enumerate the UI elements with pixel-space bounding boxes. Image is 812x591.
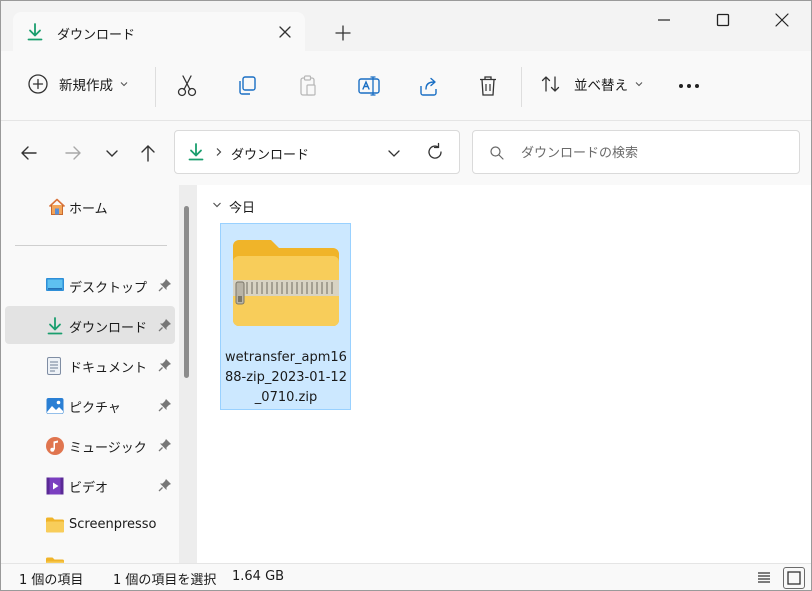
sidebar-divider bbox=[15, 245, 167, 246]
pin-icon bbox=[158, 278, 172, 296]
toolbar-separator bbox=[521, 67, 522, 107]
details-view-icon[interactable] bbox=[753, 567, 775, 589]
pin-icon bbox=[158, 398, 172, 416]
sidebar-item-documents[interactable]: ドキュメント bbox=[5, 346, 175, 384]
pin-icon bbox=[158, 438, 172, 456]
selection-size: 1.64 GB bbox=[232, 569, 285, 584]
sidebar-item-desktop[interactable]: デスクトップ bbox=[5, 266, 175, 304]
sidebar-item-label: Screenpresso bbox=[69, 517, 157, 532]
plus-circle-icon bbox=[27, 73, 49, 95]
folder-icon bbox=[45, 516, 64, 534]
sidebar-item-music[interactable]: ミュージック bbox=[5, 426, 175, 464]
sidebar-item-label: デスクトップ bbox=[69, 281, 148, 296]
file-item[interactable]: wetransfer_apm1688-zip_2023-01-12_0710.z… bbox=[220, 223, 351, 410]
chevron-right-icon[interactable] bbox=[213, 146, 225, 162]
more-options-icon[interactable] bbox=[678, 83, 700, 89]
new-tab-icon[interactable] bbox=[333, 23, 353, 43]
up-arrow-icon[interactable] bbox=[137, 142, 159, 164]
chevron-down-icon bbox=[119, 79, 129, 89]
download-icon bbox=[25, 22, 45, 46]
pictures-icon bbox=[45, 396, 64, 414]
copy-icon[interactable] bbox=[236, 74, 258, 98]
music-icon bbox=[45, 436, 64, 455]
rename-icon[interactable] bbox=[357, 74, 381, 98]
tab-title: ダウンロード bbox=[57, 28, 136, 43]
search-box[interactable] bbox=[472, 130, 800, 174]
close-window-icon[interactable] bbox=[771, 9, 793, 31]
sidebar-item-home[interactable]: ホーム bbox=[5, 187, 175, 225]
address-bar[interactable]: ダウンロード bbox=[174, 130, 460, 174]
tab-close-icon[interactable] bbox=[275, 22, 295, 42]
file-list: 今日 wetransfer_apm1688-zip_2023-01-12_071… bbox=[197, 185, 811, 563]
recent-locations-chevron-icon[interactable] bbox=[101, 142, 123, 164]
download-icon bbox=[45, 316, 63, 335]
selection-count: 1 個の項目を選択 bbox=[113, 573, 217, 588]
new-label: 新規作成 bbox=[59, 78, 113, 94]
new-button[interactable]: 新規作成 bbox=[27, 73, 129, 95]
document-icon bbox=[45, 356, 63, 375]
download-icon bbox=[186, 142, 206, 166]
sidebar-item-partial[interactable] bbox=[5, 546, 175, 563]
sort-button[interactable]: 並べ替え bbox=[540, 73, 644, 95]
search-icon bbox=[489, 145, 505, 165]
file-explorer-window: ダウンロード 新規作成 並べ替え ダウンロード ダウンロードの検索 ホーム デス… bbox=[0, 0, 812, 591]
cut-icon[interactable] bbox=[176, 74, 198, 98]
chevron-down-icon bbox=[211, 199, 223, 215]
maximize-icon[interactable] bbox=[712, 9, 734, 31]
minimize-icon[interactable] bbox=[653, 9, 675, 31]
title-bar: ダウンロード bbox=[1, 1, 811, 52]
group-label: 今日 bbox=[229, 201, 256, 216]
toolbar-separator bbox=[155, 67, 156, 107]
tab-downloads[interactable]: ダウンロード bbox=[13, 12, 305, 52]
forward-arrow-icon[interactable] bbox=[62, 142, 84, 164]
desktop-icon bbox=[45, 276, 64, 294]
sidebar-item-label: ピクチャ bbox=[69, 401, 121, 416]
navigation-pane: ホーム デスクトップ ダウンロード ドキュメント ピクチャ ミュージック ビデオ… bbox=[1, 185, 197, 563]
search-input[interactable] bbox=[521, 142, 781, 164]
sort-label: 並べ替え bbox=[574, 78, 628, 94]
item-count: 1 個の項目 bbox=[19, 573, 84, 588]
address-history-chevron-icon[interactable] bbox=[385, 144, 403, 166]
sidebar-item-label: ホーム bbox=[69, 202, 108, 217]
sidebar-scrollbar-thumb[interactable] bbox=[184, 206, 189, 378]
pin-icon bbox=[158, 318, 172, 336]
pin-icon bbox=[158, 358, 172, 376]
group-header-today[interactable]: 今日 bbox=[211, 197, 255, 216]
file-name: wetransfer_apm1688-zip_2023-01-12_0710.z… bbox=[225, 350, 347, 405]
share-icon[interactable] bbox=[417, 74, 441, 98]
sidebar-item-label: ドキュメント bbox=[69, 361, 148, 376]
zip-folder-icon bbox=[231, 238, 341, 332]
home-icon bbox=[47, 197, 66, 215]
sidebar-item-pictures[interactable]: ピクチャ bbox=[5, 386, 175, 424]
large-icons-view-icon[interactable] bbox=[783, 567, 805, 589]
video-icon bbox=[45, 476, 64, 495]
chevron-down-icon bbox=[634, 79, 644, 89]
back-arrow-icon[interactable] bbox=[18, 142, 40, 164]
folder-icon bbox=[45, 556, 64, 563]
sidebar-item-downloads[interactable]: ダウンロード bbox=[5, 306, 175, 344]
breadcrumb-downloads[interactable]: ダウンロード bbox=[231, 144, 309, 163]
sidebar-item-label: ビデオ bbox=[69, 481, 109, 496]
navigation-row: ダウンロード bbox=[1, 121, 811, 185]
sidebar-item-videos[interactable]: ビデオ bbox=[5, 466, 175, 504]
paste-icon[interactable] bbox=[297, 74, 319, 98]
sidebar-item-screenpresso[interactable]: Screenpresso bbox=[5, 506, 175, 544]
sidebar-item-label: ミュージック bbox=[69, 441, 147, 456]
command-bar: 新規作成 並べ替え bbox=[1, 51, 811, 121]
sort-icon bbox=[540, 73, 562, 95]
sidebar-item-label: ダウンロード bbox=[69, 321, 148, 336]
delete-icon[interactable] bbox=[477, 74, 499, 98]
pin-icon bbox=[158, 478, 172, 496]
refresh-icon[interactable] bbox=[425, 142, 445, 166]
status-bar: 1 個の項目 1 個の項目を選択 1.64 GB bbox=[1, 563, 811, 590]
